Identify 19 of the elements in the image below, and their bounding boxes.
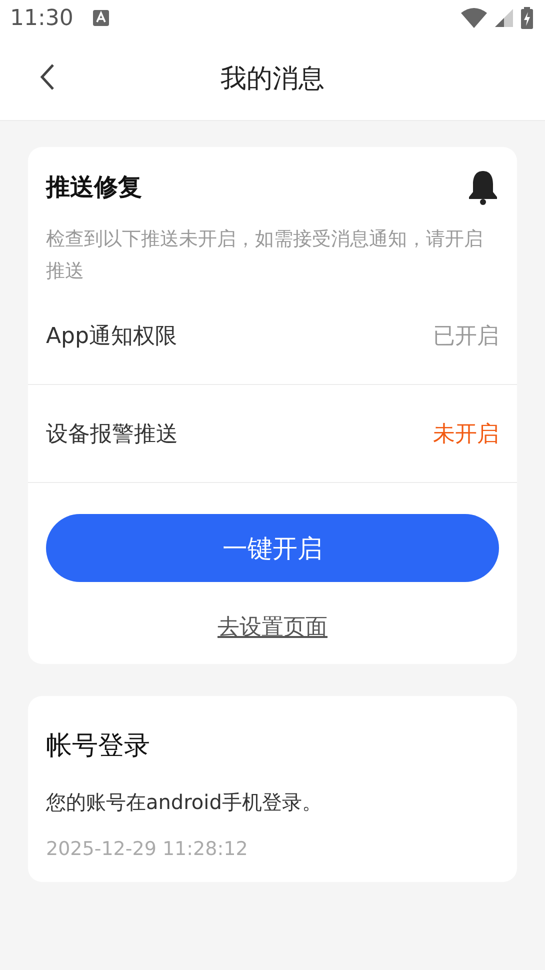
message-text: 您的账号在android手机登录。 xyxy=(46,789,323,816)
status-time: 11:30 xyxy=(10,6,74,30)
battery-icon xyxy=(521,7,533,29)
signal-icon xyxy=(495,9,513,27)
enable-button[interactable]: 一键开启 xyxy=(46,514,499,582)
setting-status: 已开启 xyxy=(433,322,499,350)
bell-icon xyxy=(467,169,499,205)
back-icon[interactable] xyxy=(39,63,55,91)
setting-label: App通知权限 xyxy=(46,322,177,350)
settings-link[interactable]: 去设置页面 xyxy=(218,612,328,642)
keyboard-icon xyxy=(93,10,110,26)
page-title: 我的消息 xyxy=(220,62,324,96)
message-time: 2025-12-29 11:28:12 xyxy=(46,838,249,860)
wifi-icon xyxy=(461,8,487,28)
description-text: 检查到以下推送未开启，如需接受消息通知，请开启推送 xyxy=(46,227,484,284)
card-title: 帐号登录 xyxy=(46,730,151,763)
setting-label: 设备报警推送 xyxy=(46,420,178,448)
setting-status: 未开启 xyxy=(433,420,499,448)
card-title: 推送修复 xyxy=(46,172,142,203)
